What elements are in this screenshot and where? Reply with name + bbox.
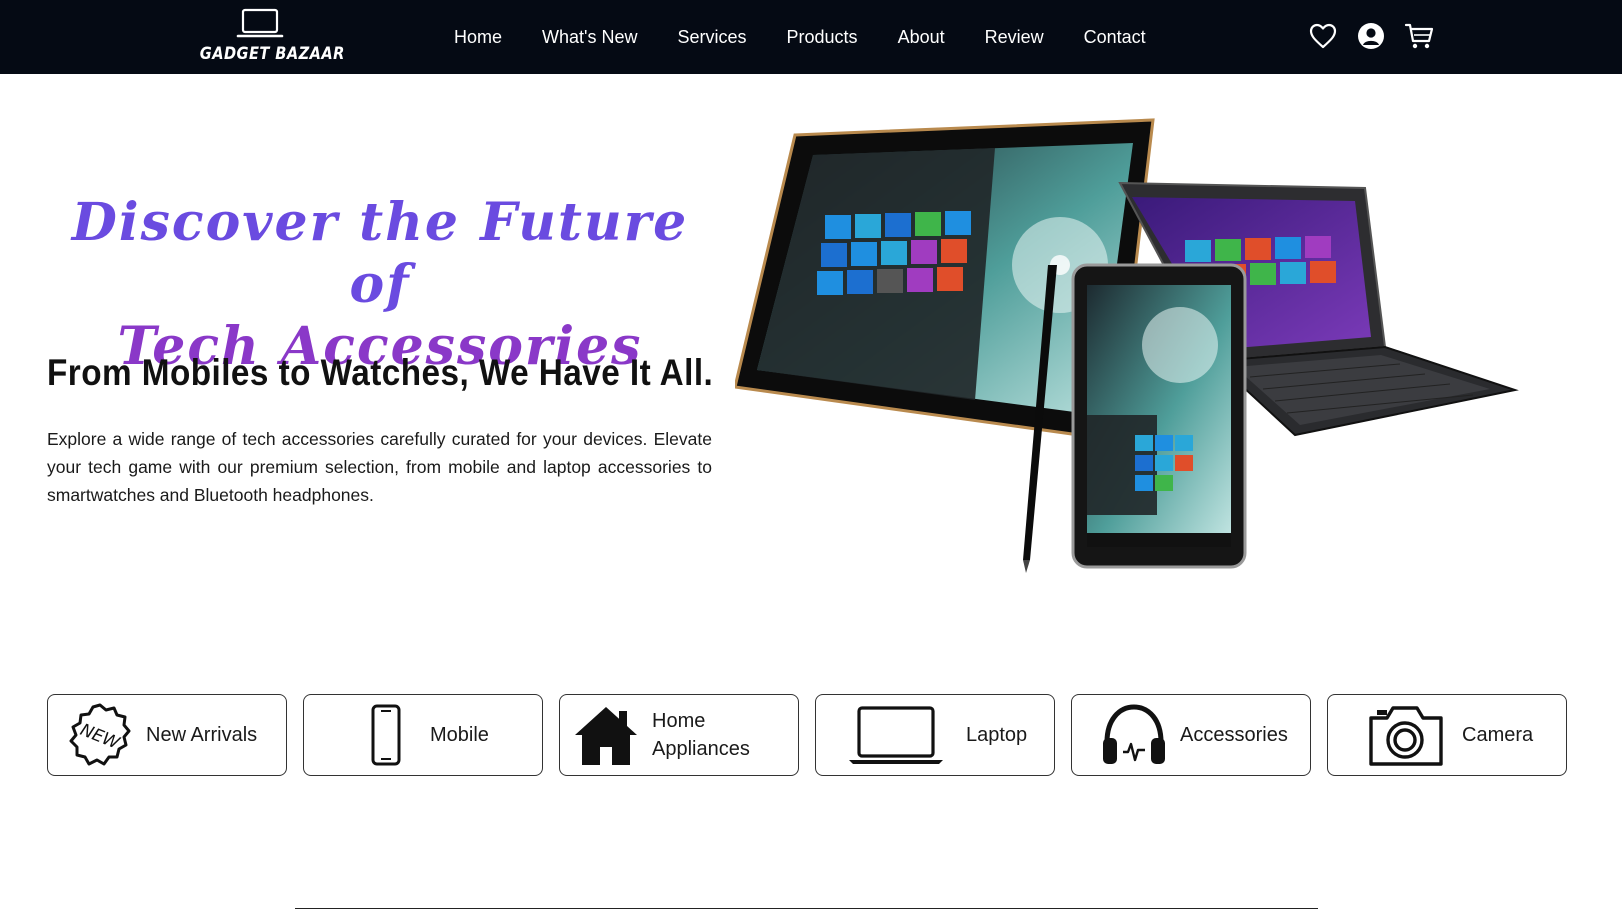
category-label: Mobile (430, 724, 489, 746)
hero-headline: Discover the Future of Tech Accessories (40, 192, 720, 378)
brand-logo[interactable]: GADGET BAZAAR (190, 8, 345, 68)
category-new-arrivals[interactable]: NEW New Arrivals (47, 694, 287, 776)
navbar: GADGET BAZAAR Home What's New Services P… (0, 0, 1622, 74)
headphones-icon (1100, 701, 1168, 769)
nav-link-review[interactable]: Review (985, 27, 1044, 48)
category-mobile[interactable]: Mobile (303, 694, 543, 776)
category-bar: NEW New Arrivals Mobile Home Appliances (47, 694, 1569, 776)
category-camera[interactable]: Camera (1327, 694, 1567, 776)
tablets-laptop-image (733, 115, 1565, 595)
nav-link-home[interactable]: Home (454, 27, 502, 48)
category-label: Laptop (966, 724, 1028, 746)
nav-link-contact[interactable]: Contact (1084, 27, 1146, 48)
hero-headline-line1: Discover the Future of (71, 192, 689, 315)
hero-description: Explore a wide range of tech accessories… (47, 429, 712, 505)
brand-name: GADGET BAZAAR (199, 44, 345, 64)
start-tiles (817, 211, 971, 295)
category-home-appliances[interactable]: Home Appliances (559, 694, 799, 776)
laptop-icon (236, 8, 284, 38)
camera-icon (1364, 701, 1448, 769)
user-icon[interactable] (1356, 21, 1386, 51)
category-label: New Arrivals (146, 724, 258, 746)
svg-text:NEW: NEW (77, 720, 123, 754)
nav-link-products[interactable]: Products (787, 27, 858, 48)
nav-link-whats-new[interactable]: What's New (542, 27, 637, 48)
category-label: Accessories (1180, 724, 1288, 746)
hero-subtitle: From Mobiles to Watches, We Have It All. (47, 352, 714, 393)
nav-link-about[interactable]: About (898, 27, 945, 48)
home-icon (572, 701, 640, 769)
category-label: Camera (1462, 724, 1534, 746)
laptop-icon (846, 701, 946, 769)
mobile-icon (352, 701, 420, 769)
cart-icon[interactable] (1404, 21, 1434, 51)
main-nav: Home What's New Services Products About … (454, 0, 1186, 74)
category-accessories[interactable]: Accessories (1071, 694, 1311, 776)
category-laptop[interactable]: Laptop (815, 694, 1055, 776)
heart-icon[interactable] (1308, 21, 1338, 51)
category-label: Home Appliances (652, 710, 750, 760)
nav-icons (1308, 21, 1452, 51)
small-tablet-shape (1071, 263, 1247, 569)
new-badge-icon: NEW (66, 701, 134, 769)
nav-link-services[interactable]: Services (677, 27, 746, 48)
